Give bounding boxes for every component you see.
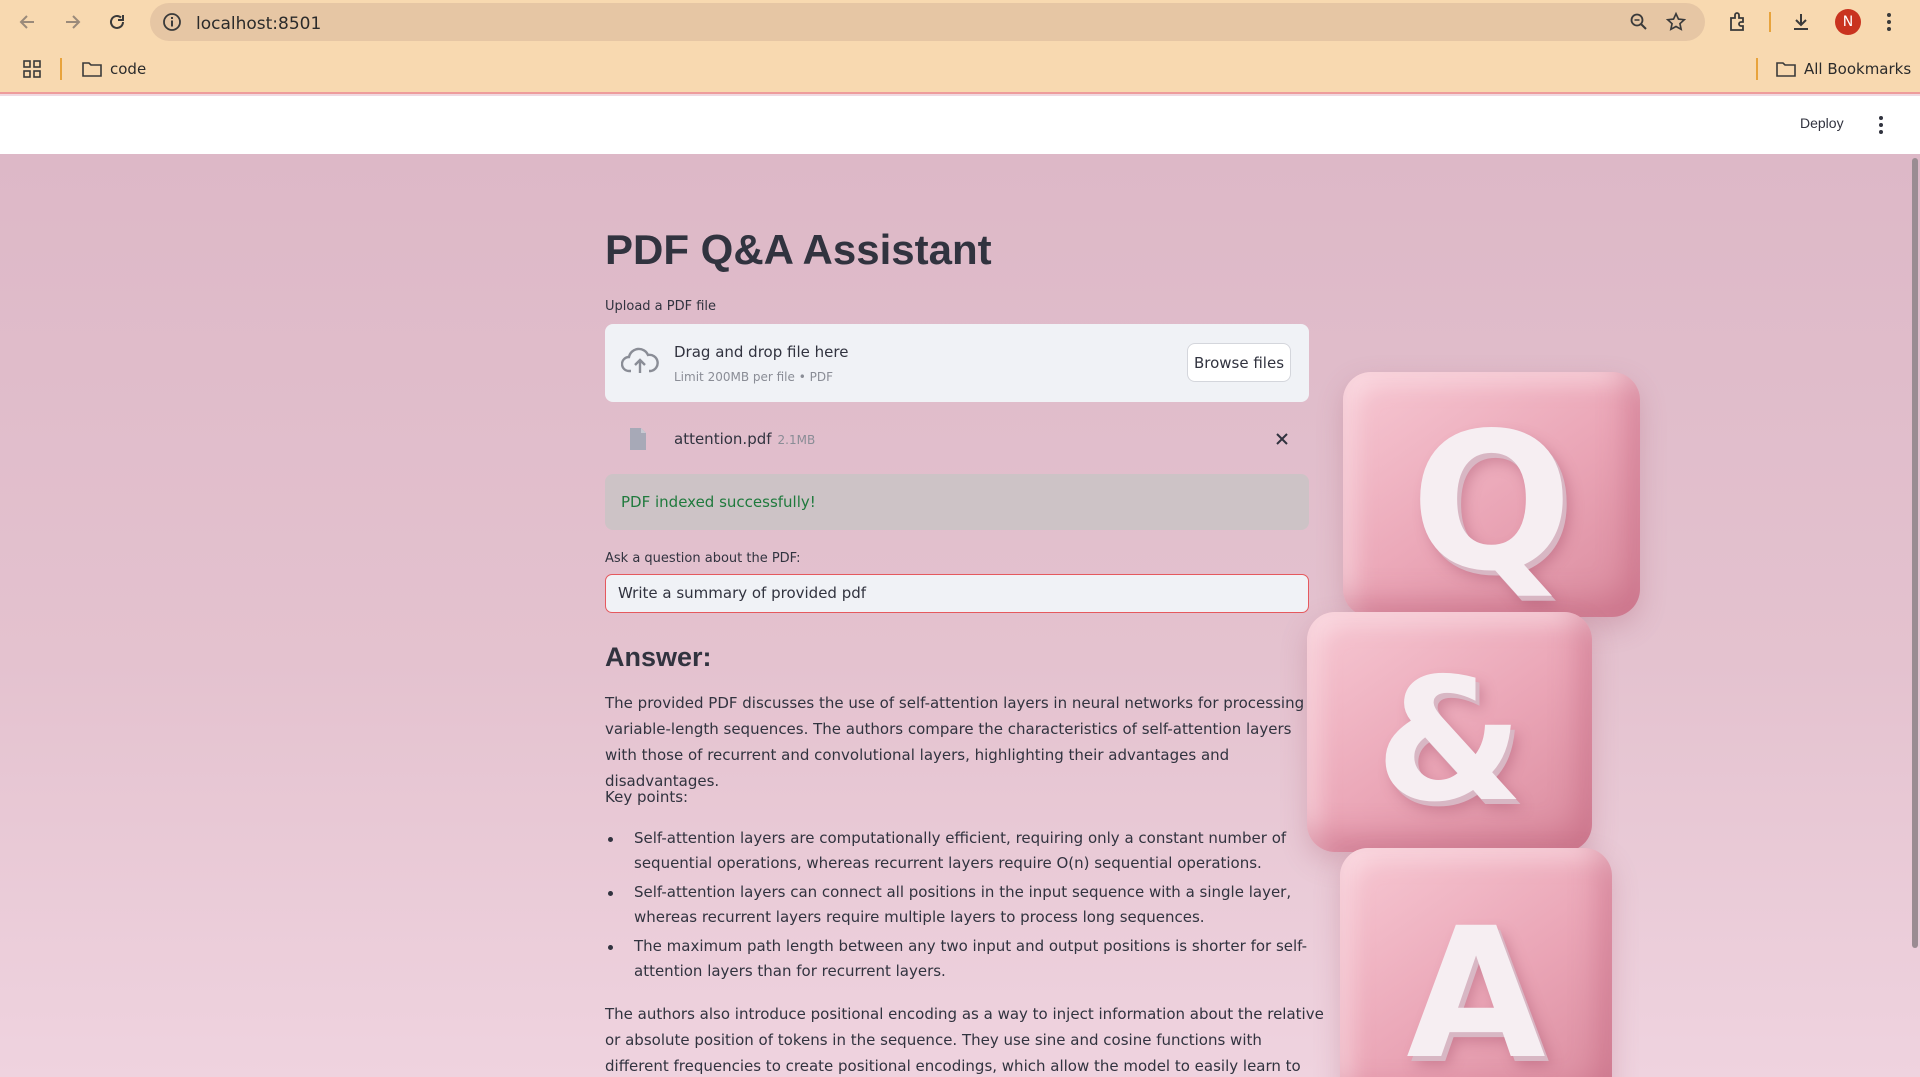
dropzone-text: Drag and drop file here: [674, 343, 849, 361]
cube-ampersand: &: [1307, 612, 1592, 852]
success-alert: PDF indexed successfully!: [605, 474, 1309, 530]
arrow-left-icon: [19, 15, 34, 29]
file-dropzone[interactable]: Drag and drop file here Limit 200MB per …: [605, 324, 1309, 402]
app-header: Deploy: [0, 96, 1920, 154]
folder-icon: [1776, 62, 1796, 77]
extensions-icon[interactable]: [1726, 10, 1750, 34]
page-title: PDF Q&A Assistant: [605, 226, 992, 273]
back-button[interactable]: [14, 8, 42, 36]
cube-letter: A: [1406, 890, 1546, 1077]
answer-intro: The provided PDF discusses the use of se…: [605, 694, 1305, 790]
cloud-upload-icon: [621, 347, 659, 373]
list-item: Self-attention layers can connect all po…: [605, 880, 1325, 930]
bookmark-folder-code[interactable]: code: [82, 56, 146, 82]
forward-button[interactable]: [58, 8, 86, 36]
toolbar-separator: [1769, 12, 1771, 32]
all-bookmarks[interactable]: All Bookmarks: [1776, 56, 1911, 82]
key-points-label: Key points:: [605, 788, 689, 806]
deploy-button[interactable]: Deploy: [1800, 115, 1844, 131]
browse-files-button[interactable]: Browse files: [1187, 343, 1291, 382]
profile-avatar[interactable]: N: [1835, 9, 1861, 35]
all-bookmarks-label: All Bookmarks: [1804, 60, 1912, 78]
reload-icon: [110, 14, 124, 29]
arrow-right-icon: [66, 15, 81, 29]
bookmarks-bar: code All Bookmarks: [0, 44, 1920, 94]
browser-toolbar: localhost:8501 N: [0, 0, 1920, 44]
cube-letter: &: [1375, 642, 1524, 840]
close-icon[interactable]: [1275, 432, 1289, 446]
address-bar[interactable]: localhost:8501: [150, 3, 1705, 41]
bookmark-label: code: [110, 60, 147, 78]
answer-heading: Answer:: [605, 642, 712, 672]
site-info-icon[interactable]: [162, 12, 182, 32]
dropzone-limit: Limit 200MB per file • PDF: [674, 370, 833, 384]
browser-menu-icon[interactable]: [1884, 10, 1894, 34]
question-label: Ask a question about the PDF:: [605, 551, 801, 566]
cube-letter: Q: [1410, 392, 1573, 613]
key-points-list: Self-attention layers are computationall…: [605, 826, 1325, 988]
file-icon: [630, 428, 646, 450]
folder-icon: [82, 62, 102, 77]
file-size: 2.1MB: [777, 433, 816, 447]
zoom-icon[interactable]: [1629, 12, 1649, 32]
success-message: PDF indexed successfully!: [621, 493, 816, 511]
upload-label: Upload a PDF file: [605, 299, 717, 314]
bookmarks-separator: [60, 58, 62, 80]
apps-grid-icon[interactable]: [22, 59, 42, 79]
answer-closing: The authors also introduce positional en…: [605, 1005, 1324, 1075]
page-scrollbar[interactable]: [1912, 158, 1918, 948]
reload-button[interactable]: [103, 8, 131, 36]
url-text[interactable]: localhost:8501: [196, 14, 321, 34]
list-item: Self-attention layers are computationall…: [605, 826, 1325, 876]
file-name: attention.pdf: [674, 430, 772, 448]
main-canvas: Q & A PDF Q&A Assistant Upload a PDF fil…: [0, 154, 1920, 1077]
cube-a: A: [1340, 848, 1612, 1077]
file-name-row: attention.pdf 2.1MB: [674, 430, 815, 448]
bookmark-star-icon[interactable]: [1665, 11, 1687, 33]
bookmarks-separator: [1756, 58, 1758, 80]
app-menu-icon[interactable]: [1876, 114, 1886, 136]
download-icon[interactable]: [1789, 10, 1813, 34]
cube-q: Q: [1343, 372, 1640, 617]
question-input[interactable]: Write a summary of provided pdf: [605, 574, 1309, 613]
uploaded-file: attention.pdf 2.1MB: [605, 414, 1309, 464]
list-item: The maximum path length between any two …: [605, 934, 1325, 984]
